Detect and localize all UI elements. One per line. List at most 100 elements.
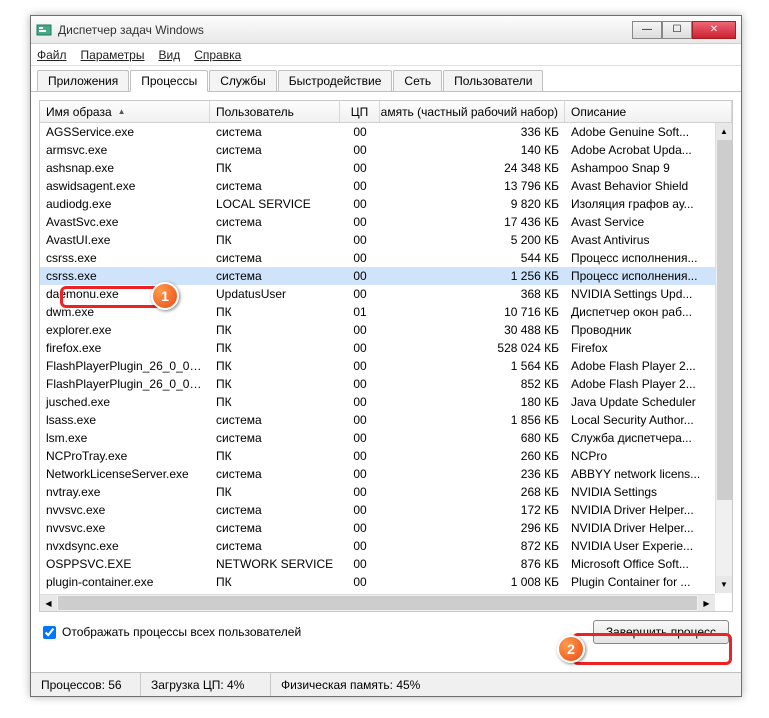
- table-row[interactable]: nvvsvc.exeсистема00172 КБNVIDIA Driver H…: [40, 501, 732, 519]
- cell-desc: Изоляция графов ау...: [565, 197, 732, 211]
- process-rows: AGSService.exeсистема00336 КБAdobe Genui…: [40, 123, 732, 611]
- tab-4[interactable]: Сеть: [393, 70, 442, 91]
- cell-user: система: [210, 413, 340, 427]
- cell-desc: Проводник: [565, 323, 732, 337]
- table-row[interactable]: ashsnap.exeПК0024 348 КБAshampoo Snap 9: [40, 159, 732, 177]
- close-button[interactable]: ✕: [692, 21, 736, 39]
- tab-1[interactable]: Процессы: [130, 70, 208, 92]
- minimize-button[interactable]: —: [632, 21, 662, 39]
- table-row[interactable]: AGSService.exeсистема00336 КБAdobe Genui…: [40, 123, 732, 141]
- table-row[interactable]: nvxdsync.exeсистема00872 КБNVIDIA User E…: [40, 537, 732, 555]
- table-row[interactable]: csrss.exeсистема00544 КБПроцесс исполнен…: [40, 249, 732, 267]
- col-user[interactable]: Пользователь: [210, 101, 340, 122]
- table-row[interactable]: AvastSvc.exeсистема0017 436 КБAvast Serv…: [40, 213, 732, 231]
- cell-user: система: [210, 539, 340, 553]
- cell-img: csrss.exe: [40, 269, 210, 283]
- cell-user: ПК: [210, 359, 340, 373]
- table-row[interactable]: FlashPlayerPlugin_26_0_0_1...ПК001 564 К…: [40, 357, 732, 375]
- maximize-button[interactable]: ☐: [662, 21, 692, 39]
- cell-mem: 296 КБ: [380, 521, 565, 535]
- scroll-left-icon[interactable]: ◀: [40, 595, 57, 611]
- show-all-users-input[interactable]: [43, 626, 56, 639]
- cell-cpu: 00: [340, 341, 380, 355]
- cell-desc: Adobe Acrobat Upda...: [565, 143, 732, 157]
- scroll-thumb-h[interactable]: [58, 596, 697, 610]
- menu-help[interactable]: Справка: [194, 48, 241, 62]
- cell-cpu: 00: [340, 449, 380, 463]
- cell-mem: 24 348 КБ: [380, 161, 565, 175]
- column-headers: Имя образа▲ Пользователь ЦП Память (част…: [40, 101, 732, 123]
- cell-mem: 1 564 КБ: [380, 359, 565, 373]
- tab-3[interactable]: Быстродействие: [278, 70, 393, 91]
- scroll-up-icon[interactable]: ▲: [716, 123, 732, 140]
- cell-desc: NVIDIA Settings Upd...: [565, 287, 732, 301]
- table-row[interactable]: aswidsagent.exeсистема0013 796 КБAvast B…: [40, 177, 732, 195]
- table-row[interactable]: NCProTray.exeПК00260 КБNCPro: [40, 447, 732, 465]
- cell-img: lsass.exe: [40, 413, 210, 427]
- cell-mem: 876 КБ: [380, 557, 565, 571]
- col-cpu[interactable]: ЦП: [340, 101, 380, 122]
- cell-user: система: [210, 179, 340, 193]
- table-row[interactable]: lsm.exeсистема00680 КБСлужба диспетчера.…: [40, 429, 732, 447]
- table-row[interactable]: explorer.exeПК0030 488 КБПроводник: [40, 321, 732, 339]
- titlebar[interactable]: Диспетчер задач Windows — ☐ ✕: [31, 16, 741, 44]
- tab-0[interactable]: Приложения: [37, 70, 129, 91]
- app-icon: [36, 22, 52, 38]
- task-manager-window: Диспетчер задач Windows — ☐ ✕ Файл Парам…: [30, 15, 742, 697]
- cell-cpu: 00: [340, 287, 380, 301]
- table-row[interactable]: daemonu.exeUpdatusUser00368 КБNVIDIA Set…: [40, 285, 732, 303]
- table-row[interactable]: FlashPlayerPlugin_26_0_0_1...ПК00852 КБA…: [40, 375, 732, 393]
- scroll-thumb-v[interactable]: [717, 140, 732, 500]
- table-row[interactable]: nvtray.exeПК00268 КБNVIDIA Settings: [40, 483, 732, 501]
- table-row[interactable]: jusched.exeПК00180 КБJava Update Schedul…: [40, 393, 732, 411]
- tabstrip: ПриложенияПроцессыСлужбыБыстродействиеСе…: [31, 66, 741, 92]
- cell-user: ПК: [210, 161, 340, 175]
- cell-mem: 1 856 КБ: [380, 413, 565, 427]
- table-row[interactable]: NetworkLicenseServer.exeсистема00236 КБA…: [40, 465, 732, 483]
- table-row[interactable]: nvvsvc.exeсистема00296 КБNVIDIA Driver H…: [40, 519, 732, 537]
- vertical-scrollbar[interactable]: ▲ ▼: [715, 123, 732, 593]
- col-description[interactable]: Описание: [565, 101, 732, 122]
- callout-2: 2: [557, 635, 585, 663]
- col-image[interactable]: Имя образа▲: [40, 101, 210, 122]
- cell-img: nvvsvc.exe: [40, 521, 210, 535]
- table-row[interactable]: AvastUI.exeПК005 200 КБAvast Antivirus: [40, 231, 732, 249]
- cell-mem: 680 КБ: [380, 431, 565, 445]
- cell-user: система: [210, 143, 340, 157]
- table-row[interactable]: firefox.exeПК00528 024 КБFirefox: [40, 339, 732, 357]
- cell-cpu: 00: [340, 557, 380, 571]
- table-row[interactable]: dwm.exeПК0110 716 КБДиспетчер окон раб..…: [40, 303, 732, 321]
- horizontal-scrollbar[interactable]: ◀ ▶: [40, 594, 715, 611]
- table-row[interactable]: plugin-container.exeПК001 008 КБPlugin C…: [40, 573, 732, 591]
- scroll-right-icon[interactable]: ▶: [698, 595, 715, 611]
- cell-desc: Adobe Flash Player 2...: [565, 377, 732, 391]
- cell-cpu: 00: [340, 323, 380, 337]
- tab-2[interactable]: Службы: [209, 70, 276, 91]
- table-row[interactable]: lsass.exeсистема001 856 КБLocal Security…: [40, 411, 732, 429]
- cell-mem: 5 200 КБ: [380, 233, 565, 247]
- menu-view[interactable]: Вид: [158, 48, 180, 62]
- table-row[interactable]: audiodg.exeLOCAL SERVICE009 820 КБИзоляц…: [40, 195, 732, 213]
- end-process-button[interactable]: Завершить процесс: [593, 620, 729, 644]
- cell-mem: 10 716 КБ: [380, 305, 565, 319]
- tab-5[interactable]: Пользователи: [443, 70, 543, 91]
- cell-mem: 852 КБ: [380, 377, 565, 391]
- cell-mem: 336 КБ: [380, 125, 565, 139]
- cell-cpu: 00: [340, 215, 380, 229]
- table-row[interactable]: armsvc.exeсистема00140 КБAdobe Acrobat U…: [40, 141, 732, 159]
- cell-mem: 17 436 КБ: [380, 215, 565, 229]
- table-row[interactable]: csrss.exeсистема001 256 КБПроцесс исполн…: [40, 267, 732, 285]
- cell-user: система: [210, 503, 340, 517]
- cell-user: ПК: [210, 575, 340, 589]
- sort-asc-icon: ▲: [118, 107, 126, 116]
- col-memory[interactable]: Память (частный рабочий набор): [380, 101, 565, 122]
- cell-cpu: 01: [340, 305, 380, 319]
- cell-desc: Plugin Container for ...: [565, 575, 732, 589]
- cell-img: nvxdsync.exe: [40, 539, 210, 553]
- menu-file[interactable]: Файл: [37, 48, 67, 62]
- table-row[interactable]: OSPPSVC.EXENETWORK SERVICE00876 КБMicros…: [40, 555, 732, 573]
- menu-options[interactable]: Параметры: [81, 48, 145, 62]
- cell-img: nvvsvc.exe: [40, 503, 210, 517]
- scroll-down-icon[interactable]: ▼: [716, 576, 732, 593]
- show-all-users-checkbox[interactable]: Отображать процессы всех пользователей: [43, 625, 301, 639]
